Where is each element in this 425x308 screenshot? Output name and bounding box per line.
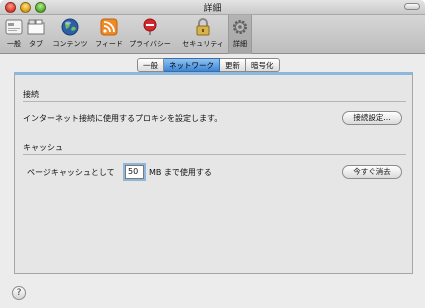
connection-heading: 接続: [23, 90, 39, 99]
connection-settings-button[interactable]: 接続設定...: [342, 111, 402, 125]
rss-feed-icon: [100, 18, 118, 36]
privacy-sign-icon: [141, 18, 159, 36]
network-pane: 接続 インターネット接続に使用するプロキシを設定します。 接続設定... キャッ…: [14, 72, 413, 274]
clear-cache-button[interactable]: 今すぐ消去: [342, 165, 402, 179]
help-button[interactable]: ?: [12, 286, 26, 300]
toolbar-item-label: 詳細: [233, 40, 247, 48]
cache-heading: キャッシュ: [23, 143, 63, 152]
cache-label-before: ページキャッシュとして: [27, 168, 115, 177]
connection-divider: [23, 101, 406, 102]
toolbar: 一般 タブ コンテンツ フィード プライバシー セキュリティ 詳細: [0, 15, 425, 54]
cache-size-field[interactable]: 50: [125, 165, 144, 179]
globe-icon: [61, 18, 79, 36]
toolbar-item-label: 一般: [7, 40, 21, 48]
tabs-icon: [27, 18, 45, 36]
title-bar: 詳細: [0, 0, 425, 15]
toolbar-item-label: タブ: [29, 40, 43, 48]
gear-icon: [231, 18, 249, 36]
toolbar-item-general[interactable]: 一般: [3, 15, 25, 54]
toolbar-item-tabs[interactable]: タブ: [27, 15, 45, 54]
preferences-window: 詳細 一般 タブ コンテンツ フィード プライバシー セキュリティ 詳細 一般 …: [0, 0, 425, 308]
toolbar-item-security[interactable]: セキュリティ: [181, 15, 225, 54]
toolbar-item-label: フィード: [95, 40, 123, 48]
window-title: 詳細: [203, 4, 222, 14]
toolbar-item-label: コンテンツ: [52, 40, 88, 48]
tab-network[interactable]: ネットワーク: [164, 58, 220, 72]
toolbar-item-label: プライバシー: [129, 40, 171, 48]
lock-icon: [194, 18, 212, 36]
tab-encryption[interactable]: 暗号化: [246, 58, 280, 72]
tab-bar: 一般 ネットワーク 更新 暗号化: [137, 58, 280, 72]
toolbar-toggle-button[interactable]: [404, 3, 420, 10]
tab-update[interactable]: 更新: [220, 58, 246, 72]
cache-label-after: MB まで使用する: [149, 168, 212, 177]
toolbar-item-feeds[interactable]: フィード: [94, 15, 124, 54]
cache-divider: [23, 154, 406, 155]
toolbar-item-privacy[interactable]: プライバシー: [128, 15, 172, 54]
toolbar-item-advanced[interactable]: 詳細: [228, 15, 252, 54]
general-switch-icon: [5, 18, 23, 36]
toolbar-item-contents[interactable]: コンテンツ: [50, 15, 90, 54]
connection-description: インターネット接続に使用するプロキシを設定します。: [23, 114, 223, 123]
tab-general[interactable]: 一般: [137, 58, 164, 72]
toolbar-item-label: セキュリティ: [182, 40, 224, 48]
